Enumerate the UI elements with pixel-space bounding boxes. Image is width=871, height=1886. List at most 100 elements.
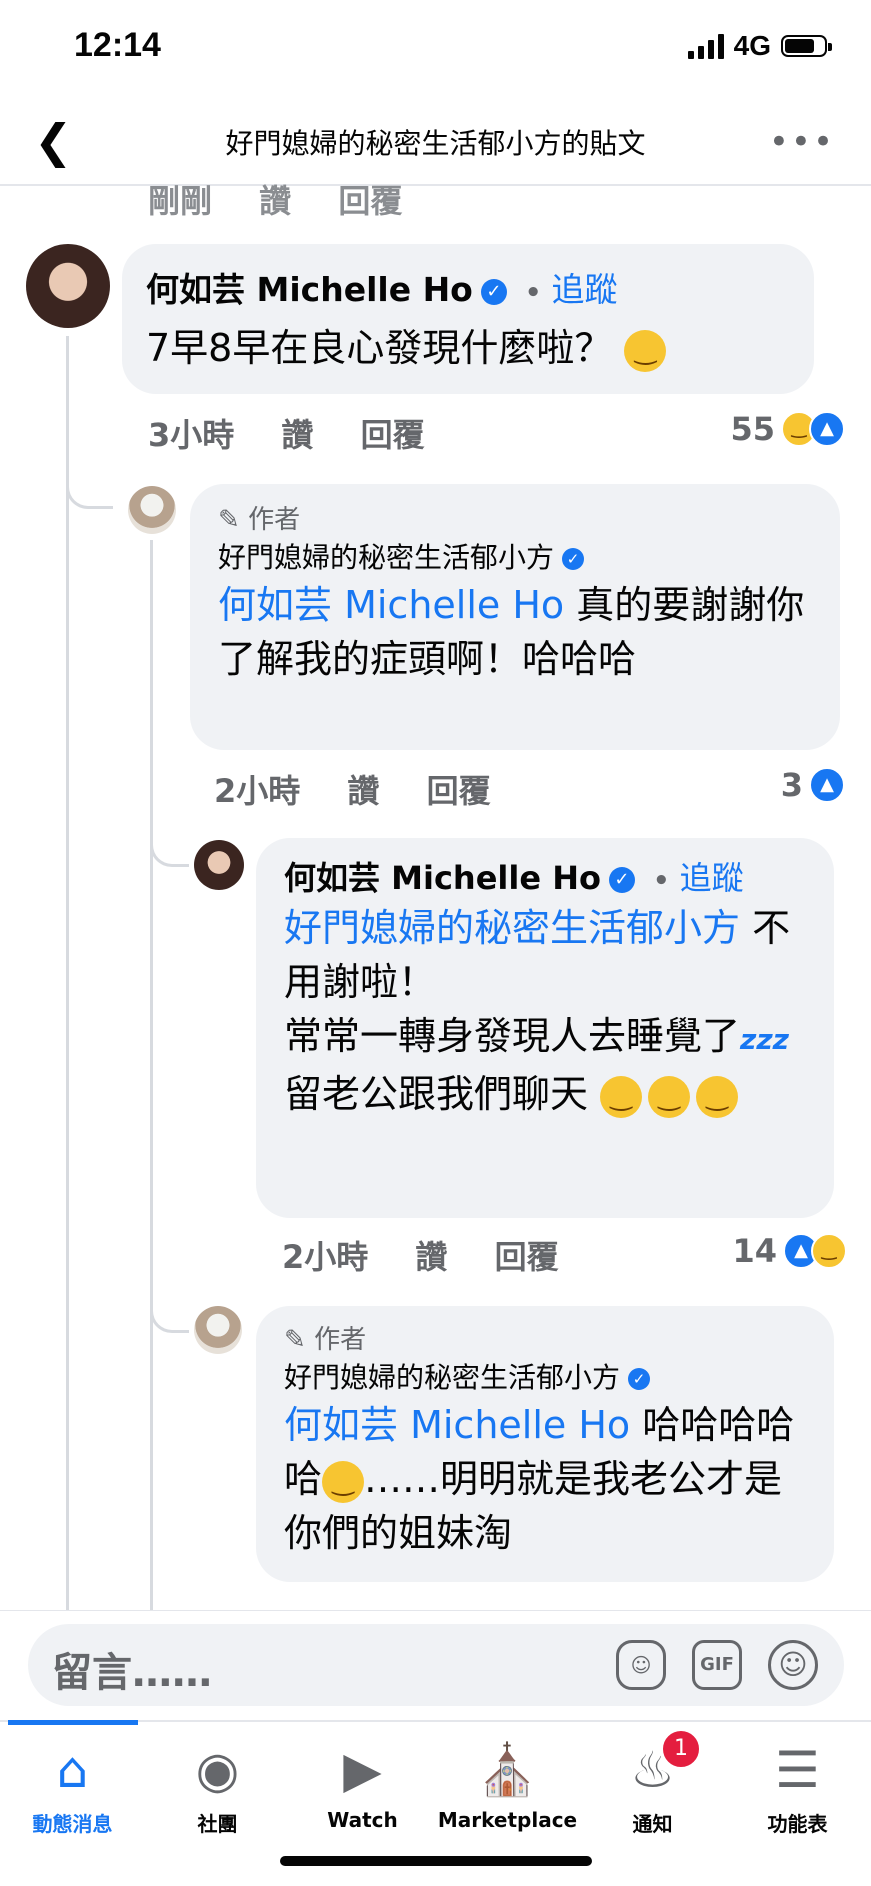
like-action[interactable]: 讚 — [415, 1238, 447, 1276]
grinning-emoji-icon: ‿ — [322, 1460, 365, 1503]
thread-line — [66, 336, 69, 1610]
separator-dot: • — [524, 278, 542, 308]
tab-groups[interactable]: ◉ 社團 — [145, 1740, 290, 1837]
comment-text-row: 何如芸 Michelle Ho 哈哈哈哈哈 ‿ ……明明就是我老公才是你們的姐妹淘 — [284, 1398, 806, 1560]
comment-bubble: 何如芸 Michelle Ho ✓ • 追蹤 好門媳婦的秘密生活郁小方 不用謝啦！ 常… — [256, 838, 834, 1218]
thread-connector — [150, 1286, 189, 1333]
pencil-icon: ✎ — [284, 1325, 306, 1355]
marketplace-icon: ⛪ — [476, 1741, 539, 1799]
comment-author-row: 何如芸 Michelle Ho ✓ • 追蹤 — [146, 268, 790, 315]
reply-action[interactable]: 回覆 — [495, 1238, 559, 1276]
laughing-emoji-icon: ‿ — [648, 1075, 691, 1118]
author-badge-label: 作者 — [314, 1325, 367, 1355]
comment-author[interactable]: 好門媳婦的秘密生活郁小方 — [218, 541, 554, 574]
reaction-count: 3 — [780, 766, 803, 804]
tab-label: 通知 — [632, 1812, 673, 1836]
author-badge-label: 作者 — [248, 505, 301, 535]
comment-time: 剛剛 — [148, 182, 213, 220]
like-action[interactable]: 讚 — [259, 182, 291, 220]
gif-icon[interactable]: GIF — [692, 1640, 742, 1690]
emoji-picker-icon[interactable]: ☺ — [768, 1640, 818, 1690]
reaction-summary[interactable]: 3 ▲ — [781, 766, 845, 804]
comment-actions: 3小時 讚 回覆 — [148, 410, 461, 456]
comment-actions: 2小時 讚 回覆 — [282, 1232, 595, 1278]
tab-label: 社團 — [197, 1812, 238, 1836]
comment-time: 2小時 — [282, 1238, 369, 1276]
page-title: 好門媳婦的秘密生活郁小方的貼文 — [225, 127, 646, 160]
zzz-emoji-icon: zzz — [740, 1023, 789, 1056]
pencil-icon: ✎ — [218, 505, 240, 535]
reply-action[interactable]: 回覆 — [361, 416, 425, 454]
author-badge: ✎ 作者 — [218, 502, 812, 538]
signal-icon — [687, 33, 724, 59]
thread-connector — [150, 820, 189, 867]
reply-action[interactable]: 回覆 — [338, 182, 402, 220]
follow-button[interactable]: 追蹤 — [551, 270, 617, 309]
reaction-summary[interactable]: 14 ▲ ‿ — [732, 1232, 847, 1270]
comment-bubble: 何如芸 Michelle Ho ✓ • 追蹤 7早8早在良心發現什麼啦？ ‿ — [122, 244, 814, 394]
comment-bubble: ✎ 作者 好門媳婦的秘密生活郁小方 ✓ 何如芸 Michelle Ho 哈哈哈哈哈… — [256, 1306, 834, 1582]
sticker-icon[interactable]: ☺ — [616, 1640, 666, 1690]
haha-reaction-icon: ‿ — [811, 1233, 847, 1269]
avatar[interactable] — [26, 244, 110, 328]
ellipsis-icon[interactable]: ••• — [769, 122, 835, 162]
verified-icon: ✓ — [562, 548, 585, 570]
laughing-emoji-icon: ‿ — [624, 329, 667, 372]
status-indicators: 4G — [687, 30, 832, 62]
avatar[interactable] — [194, 1306, 242, 1354]
tab-label: Watch — [327, 1808, 398, 1832]
tab-news-feed[interactable]: ⌂ 動態消息 — [0, 1740, 145, 1837]
like-reaction-icon: ▲ — [809, 411, 845, 447]
comment-text-row: 常常一轉身發現人去睡覺了zzz — [284, 1009, 806, 1067]
active-tab-indicator — [8, 1720, 138, 1725]
avatar[interactable] — [194, 840, 244, 890]
laughing-emoji-icon: ‿ — [600, 1075, 643, 1118]
thread-connector — [66, 460, 113, 509]
comment-author[interactable]: 何如芸 Michelle Ho — [284, 859, 601, 897]
like-action[interactable]: 讚 — [347, 772, 379, 810]
comment-bubble: ✎ 作者 好門媳婦的秘密生活郁小方 ✓ 何如芸 Michelle Ho 真的要謝謝… — [190, 484, 840, 750]
tab-menu[interactable]: ☰ 功能表 — [725, 1740, 870, 1837]
tab-label: Marketplace — [437, 1808, 578, 1832]
comment-text-row: 好門媳婦的秘密生活郁小方 不用謝啦！ — [284, 901, 806, 1009]
status-time: 12:14 — [74, 26, 161, 64]
reply-action[interactable]: 回覆 — [427, 772, 491, 810]
bell-icon: ♨ — [630, 1741, 675, 1799]
comment-author-row: 何如芸 Michelle Ho ✓ • 追蹤 — [284, 858, 806, 901]
battery-icon — [781, 35, 832, 57]
mention-link[interactable]: 好門媳婦的秘密生活郁小方 — [284, 906, 740, 950]
mention-link[interactable]: 何如芸 Michelle Ho — [218, 583, 564, 627]
verified-icon: ✓ — [608, 867, 635, 893]
verified-icon: ✓ — [480, 278, 507, 305]
watch-icon: ▶ — [343, 1741, 382, 1799]
tab-marketplace[interactable]: ⛪ Marketplace — [435, 1740, 580, 1832]
comment-author-row: 好門媳婦的秘密生活郁小方 ✓ — [284, 1358, 806, 1398]
comment-time: 3小時 — [148, 416, 235, 454]
mention-link[interactable]: 何如芸 Michelle Ho — [284, 1403, 630, 1447]
tab-label: 功能表 — [767, 1812, 828, 1836]
tab-label: 動態消息 — [32, 1812, 113, 1836]
separator-dot: • — [652, 866, 670, 896]
reaction-summary[interactable]: 55 ‿ ▲ — [730, 410, 845, 448]
groups-icon: ◉ — [195, 1741, 240, 1799]
laughing-emoji-icon: ‿ — [696, 1075, 739, 1118]
comment-author[interactable]: 何如芸 Michelle Ho — [146, 270, 473, 309]
verified-icon: ✓ — [628, 1368, 651, 1390]
tab-notifications[interactable]: ♨ 通知 — [580, 1740, 725, 1837]
avatar[interactable] — [128, 486, 176, 534]
previous-comment-actions: 剛剛 讚 回覆 — [148, 176, 438, 222]
tab-watch[interactable]: ▶ Watch — [290, 1740, 435, 1832]
notification-badge: 1 — [660, 1728, 702, 1770]
follow-button[interactable]: 追蹤 — [680, 859, 744, 897]
menu-icon: ☰ — [775, 1741, 820, 1799]
like-action[interactable]: 讚 — [281, 416, 313, 454]
comment-text: 留老公跟我們聊天 — [284, 1072, 589, 1116]
network-label: 4G — [733, 30, 771, 61]
comment-time: 2小時 — [214, 772, 301, 810]
comment-input-placeholder[interactable]: 留言…… — [52, 1640, 212, 1698]
home-icon: ⌂ — [56, 1741, 89, 1799]
reaction-count: 14 — [732, 1232, 777, 1270]
home-indicator — [280, 1856, 592, 1866]
comment-text-row: 留老公跟我們聊天 ‿ ‿ ‿ — [284, 1067, 806, 1121]
comment-author[interactable]: 好門媳婦的秘密生活郁小方 — [284, 1361, 620, 1394]
